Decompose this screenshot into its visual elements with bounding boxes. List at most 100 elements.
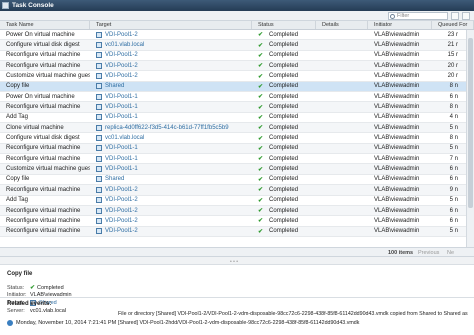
task-details (316, 113, 368, 122)
target-link[interactable]: VDI-Pool1-1 (105, 156, 138, 162)
task-row[interactable]: Reconfigure virtual machine VDI-Pool1-1 ✔ C… (0, 154, 474, 165)
task-row[interactable]: Add Tag VDI-Pool1-2 ✔ Completed VLAB\viewadm… (0, 196, 474, 206)
task-initiator: VLAB\viewadmin (374, 93, 420, 100)
target-link[interactable]: VDI-Pool1-1 (105, 94, 138, 100)
task-name: Power On virtual machine (6, 31, 75, 38)
task-queued-for: 23 r (447, 31, 458, 38)
target-link[interactable]: Shared (105, 176, 124, 182)
task-row[interactable]: Reconfigure virtual machine VDI-Pool1-2 ✔ C… (0, 61, 474, 72)
target-link[interactable]: VDI-Pool1-2 (105, 63, 138, 69)
info-icon (7, 320, 13, 326)
target-link[interactable]: VDI-Pool1-2 (105, 52, 138, 58)
col-queued-for[interactable]: Queued For (432, 21, 474, 29)
task-name: Reconfigure virtual machine (6, 52, 81, 59)
task-row[interactable]: Power On virtual machine VDI-Pool1-2 ✔ Comp… (0, 30, 474, 41)
task-status: ✔ Completed (258, 73, 299, 80)
task-row[interactable]: Copy file Shared ✔ Completed VLAB\viewadmin 8… (0, 81, 474, 93)
completed-check-icon: ✔ (258, 145, 264, 152)
task-row[interactable]: Reconfigure virtual machine VDI-Pool1-2 ✔ C… (0, 185, 474, 196)
task-row[interactable]: Configure virtual disk digest vc01.vlab.l… (0, 133, 474, 144)
task-row[interactable]: Reconfigure virtual machine VDI-Pool1-1 ✔ C… (0, 143, 474, 155)
task-row[interactable]: Clone virtual machine replica-4d0ff622-f3… (0, 123, 474, 134)
task-details (316, 164, 368, 173)
target-link[interactable]: Shared (105, 83, 124, 89)
title-bar: Task Console (0, 0, 474, 11)
grid-scrollbar[interactable] (466, 30, 474, 247)
column-options-button[interactable] (451, 12, 459, 20)
target-link[interactable]: VDI-Pool1-1 (105, 104, 138, 110)
task-row[interactable]: Reconfigure virtual machine VDI-Pool1-2 ✔ C… (0, 226, 474, 237)
task-initiator: VLAB\viewadmin (374, 114, 420, 121)
task-name: Reconfigure virtual machine (6, 207, 81, 214)
task-row[interactable]: Copy file Shared ✔ Completed VLAB\viewadmin 6… (0, 175, 474, 186)
task-row[interactable]: Power On virtual machine VDI-Pool1-1 ✔ Comp… (0, 92, 474, 103)
task-target: Shared (90, 175, 252, 184)
task-initiator: VLAB\viewadmin (374, 83, 420, 90)
task-name: Reconfigure virtual machine (6, 145, 81, 152)
col-target[interactable]: Target (90, 21, 252, 29)
task-queued-for: 20 r (447, 73, 458, 80)
vm-icon (96, 197, 102, 204)
target-link[interactable]: VDI-Pool1-2 (105, 32, 138, 38)
target-link[interactable]: VDI-Pool1-1 (105, 145, 138, 151)
task-row[interactable]: Configure virtual disk digest vc01.vlab.l… (0, 40, 474, 51)
task-row[interactable]: Reconfigure virtual machine VDI-Pool1-2 ✔ C… (0, 51, 474, 62)
vm-icon (96, 114, 102, 121)
task-details (316, 144, 368, 153)
previous-button[interactable]: Previous (418, 250, 439, 256)
task-row[interactable]: Reconfigure virtual machine VDI-Pool1-2 ✔ C… (0, 216, 474, 227)
task-initiator: VLAB\viewadmin (374, 104, 420, 111)
target-link[interactable]: VDI-Pool1-2 (105, 73, 138, 79)
task-row[interactable]: Customize virtual machine guest OS VDI-Po… (0, 164, 474, 175)
target-link[interactable]: replica-4d0ff622-f3d5-414c-b61d-77ff1fb5… (105, 125, 229, 131)
completed-check-icon: ✔ (258, 187, 264, 194)
task-row[interactable]: Reconfigure virtual machine VDI-Pool1-1 ✔ C… (0, 102, 474, 113)
completed-check-icon: ✔ (258, 125, 264, 132)
vm-icon (96, 93, 102, 100)
vm-icon (96, 176, 102, 183)
target-link[interactable]: vc01.vlab.local (105, 135, 144, 141)
task-target: VDI-Pool1-2 (90, 216, 252, 225)
target-link[interactable]: VDI-Pool1-1 (105, 114, 138, 120)
target-link[interactable]: VDI-Pool1-2 (105, 208, 138, 214)
target-link[interactable]: vc01.vlab.local (105, 42, 144, 48)
vm-icon (96, 207, 102, 214)
target-link[interactable]: VDI-Pool1-2 (105, 187, 138, 193)
task-target: VDI-Pool1-1 (90, 164, 252, 173)
filter-input[interactable]: Filter (388, 12, 448, 20)
completed-check-icon: ✔ (258, 135, 264, 142)
task-details (316, 216, 368, 225)
task-row[interactable]: Reconfigure virtual machine VDI-Pool1-2 ✔ C… (0, 205, 474, 217)
task-status: ✔ Completed (258, 207, 299, 215)
event-message: File or directory [Shared] VDI-Pool1-2/V… (118, 311, 468, 326)
col-status[interactable]: Status (252, 21, 316, 29)
target-link[interactable]: VDI-Pool1-2 (105, 218, 138, 224)
next-button[interactable]: Ne (447, 250, 454, 256)
task-status: ✔ Completed (258, 124, 299, 132)
completed-check-icon: ✔ (258, 176, 264, 183)
task-details (316, 227, 368, 236)
target-link[interactable]: VDI-Pool1-1 (105, 166, 138, 172)
task-queued-for: 20 r (447, 62, 458, 69)
target-link[interactable]: VDI-Pool1-2 (105, 197, 138, 203)
vm-icon (96, 228, 102, 235)
task-row[interactable]: Customize virtual machine guest OS VDI-Po… (0, 71, 474, 82)
task-status: ✔ Completed (258, 83, 299, 90)
task-target: VDI-Pool1-1 (90, 144, 252, 153)
export-button[interactable] (462, 12, 470, 20)
col-task-name[interactable]: Task Name (0, 21, 90, 29)
scrollbar-thumb[interactable] (468, 38, 473, 208)
task-name: Customize virtual machine guest OS (6, 166, 90, 173)
task-initiator: VLAB\viewadmin (374, 155, 420, 162)
completed-check-icon: ✔ (258, 114, 264, 121)
target-link[interactable]: VDI-Pool1-2 (105, 228, 138, 234)
task-queued-for: 6 n (449, 207, 458, 214)
vm-icon (96, 52, 102, 59)
pane-splitter[interactable]: • • • (0, 257, 474, 265)
task-details (316, 196, 368, 205)
task-row[interactable]: Add Tag VDI-Pool1-1 ✔ Completed VLAB\viewadm… (0, 113, 474, 124)
col-details[interactable]: Details (316, 21, 368, 29)
task-initiator: VLAB\viewadmin (374, 186, 420, 193)
col-initiator[interactable]: Initiator (368, 21, 432, 29)
task-details (316, 133, 368, 142)
